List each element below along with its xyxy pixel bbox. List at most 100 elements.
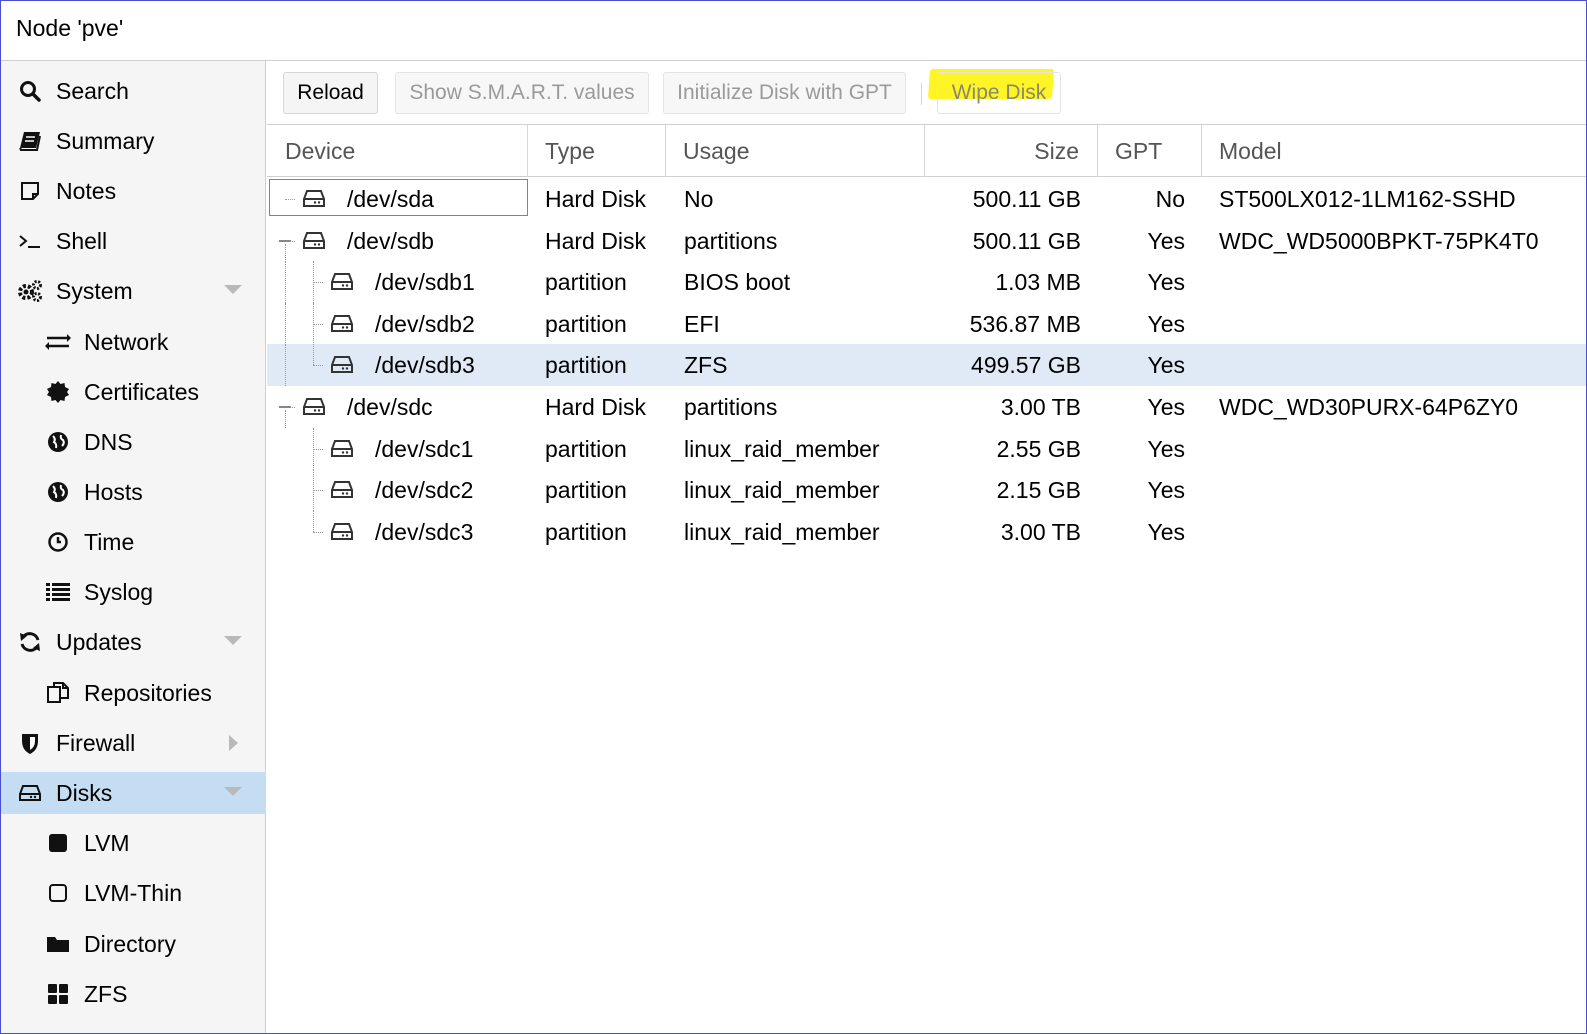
sidebar-item-system[interactable]: System: [1, 270, 266, 312]
cell-gpt: No: [1155, 186, 1185, 212]
sidebar-item-time[interactable]: Time: [1, 521, 266, 563]
th-large-icon: [45, 981, 71, 1007]
sidebar-item-directory[interactable]: Directory: [1, 923, 266, 965]
table-row[interactable]: /dev/sdb Hard Disk partitions 500.11 GB Yes W…: [267, 220, 1586, 262]
cell-gpt: Yes: [1147, 435, 1185, 462]
globe-icon: [45, 429, 71, 455]
cell-type: Hard Disk: [545, 186, 646, 212]
sidebar-item-zfs[interactable]: ZFS: [1, 973, 266, 1015]
chevron-down-icon[interactable]: [224, 636, 242, 645]
cell-model: [1219, 303, 1579, 345]
collapse-toggle[interactable]: [279, 239, 291, 242]
hdd-icon: [329, 271, 355, 293]
sidebar-item-lvm-thin[interactable]: LVM-Thin: [1, 872, 266, 914]
sidebar-item-syslog[interactable]: Syslog: [1, 571, 266, 613]
square-icon: [45, 830, 71, 856]
sidebar-item-certificates[interactable]: Certificates: [1, 371, 266, 413]
initialize-gpt-button[interactable]: Initialize Disk with GPT: [663, 72, 906, 114]
sidebar-item-label: Certificates: [84, 378, 200, 405]
tree-connector: [285, 302, 286, 345]
sidebar-item-disks[interactable]: Disks: [1, 772, 266, 814]
sidebar-item-search[interactable]: Search: [1, 70, 266, 112]
column-header-model[interactable]: Model: [1202, 125, 1572, 177]
sidebar-item-repositories[interactable]: Repositories: [1, 672, 266, 714]
column-header-device[interactable]: Device: [267, 125, 528, 177]
cell-type: partition: [545, 352, 627, 379]
notes-icon: [17, 178, 43, 204]
table-row[interactable]: /dev/sdc Hard Disk partitions 3.00 TB Yes WDC…: [267, 386, 1586, 428]
sidebar-item-label: Shell: [56, 227, 108, 254]
cell-gpt: Yes: [1147, 269, 1185, 296]
sidebar-item-shell[interactable]: Shell: [1, 220, 266, 262]
cell-model: ST500LX012-1LM162-SSHD: [1219, 186, 1516, 212]
title-bar: Node 'pve': [1, 1, 1586, 61]
table-row[interactable]: /dev/sdb3 partition ZFS 499.57 GB Yes: [267, 344, 1586, 387]
sidebar-item-lvm[interactable]: LVM: [1, 822, 266, 864]
sidebar-item-hosts[interactable]: Hosts: [1, 471, 266, 513]
table-row[interactable]: /dev/sdc2 partition linux_raid_member 2.15 …: [267, 469, 1586, 512]
tree-connector: [285, 243, 286, 262]
cell-device: /dev/sdb1: [375, 269, 475, 296]
hdd-icon: [329, 313, 355, 335]
cell-type: Hard Disk: [545, 394, 646, 420]
reload-button[interactable]: Reload: [283, 72, 378, 114]
hdd-icon: [329, 438, 355, 460]
table-row[interactable]: /dev/sda Hard Disk No 500.11 GB No ST500LX012…: [267, 178, 1586, 220]
tree-connector: [285, 410, 286, 428]
hdd-icon: [329, 354, 355, 376]
cell-type: Hard Disk: [545, 227, 646, 254]
tree-connector: [313, 344, 314, 366]
column-header-size[interactable]: Size: [925, 125, 1098, 177]
cell-model: [1219, 344, 1579, 386]
cell-gpt: Yes: [1147, 477, 1185, 504]
cell-size: 1.03 MB: [995, 269, 1081, 296]
cell-device: /dev/sda: [347, 186, 434, 212]
sidebar-item-label: ZFS: [84, 980, 128, 1007]
square-outline-icon: [45, 880, 71, 906]
tree-connector: [313, 261, 314, 304]
collapse-toggle[interactable]: [279, 406, 291, 408]
sidebar-item-firewall[interactable]: Firewall: [1, 722, 266, 764]
table-row[interactable]: /dev/sdc3 partition linux_raid_member 3.00 …: [267, 510, 1586, 553]
tree-connector: [313, 490, 323, 492]
cell-model: [1219, 469, 1579, 511]
chevron-down-icon[interactable]: [224, 787, 242, 796]
cell-device: /dev/sdb2: [375, 310, 475, 337]
cell-gpt: Yes: [1147, 310, 1185, 337]
column-header-type[interactable]: Type: [528, 125, 666, 177]
cell-size: 499.57 GB: [971, 352, 1081, 379]
wipe-disk-button[interactable]: Wipe Disk: [937, 72, 1061, 114]
column-header-gpt[interactable]: GPT: [1098, 125, 1202, 177]
chevron-right-icon[interactable]: [229, 735, 238, 751]
sidebar-item-label: Summary: [56, 127, 155, 154]
cell-model: WDC_WD5000BPKT-75PK4T0: [1219, 227, 1539, 254]
sidebar-item-updates[interactable]: Updates: [1, 621, 266, 663]
cell-device: /dev/sdb3: [375, 352, 475, 379]
show-smart-button[interactable]: Show S.M.A.R.T. values: [395, 72, 649, 114]
sidebar-item-label: LVM: [84, 829, 130, 856]
sidebar-item-dns[interactable]: DNS: [1, 421, 266, 463]
chevron-down-icon[interactable]: [224, 285, 242, 294]
sidebar-item-network[interactable]: Network: [1, 321, 266, 363]
hdd-icon: [329, 521, 355, 543]
sidebar-item-summary[interactable]: Summary: [1, 120, 266, 162]
cell-model: WDC_WD30PURX-64P6ZY0: [1219, 394, 1519, 420]
cell-usage: partitions: [684, 394, 778, 420]
table-row[interactable]: /dev/sdc1 partition linux_raid_member 2.55 …: [267, 427, 1586, 470]
page-title: Node 'pve': [16, 15, 124, 41]
search-icon: [17, 78, 43, 104]
gears-icon: [17, 278, 43, 304]
certificate-icon: [45, 379, 71, 405]
hdd-icon: [17, 780, 43, 806]
cell-gpt: Yes: [1147, 394, 1185, 420]
cell-type: partition: [545, 435, 627, 462]
cell-size: 500.11 GB: [972, 227, 1081, 254]
hdd-icon: [301, 188, 327, 210]
sidebar-item-notes[interactable]: Notes: [1, 170, 266, 212]
column-header-usage[interactable]: Usage: [666, 125, 925, 177]
table-row[interactable]: /dev/sdb2 partition EFI 536.87 MB Yes: [267, 302, 1586, 345]
sidebar-item-label: Firewall: [56, 729, 136, 756]
folder-icon: [45, 931, 71, 957]
sidebar-item-label: Network: [84, 328, 169, 355]
table-row[interactable]: /dev/sdb1 partition BIOS boot 1.03 MB Yes: [267, 261, 1586, 304]
